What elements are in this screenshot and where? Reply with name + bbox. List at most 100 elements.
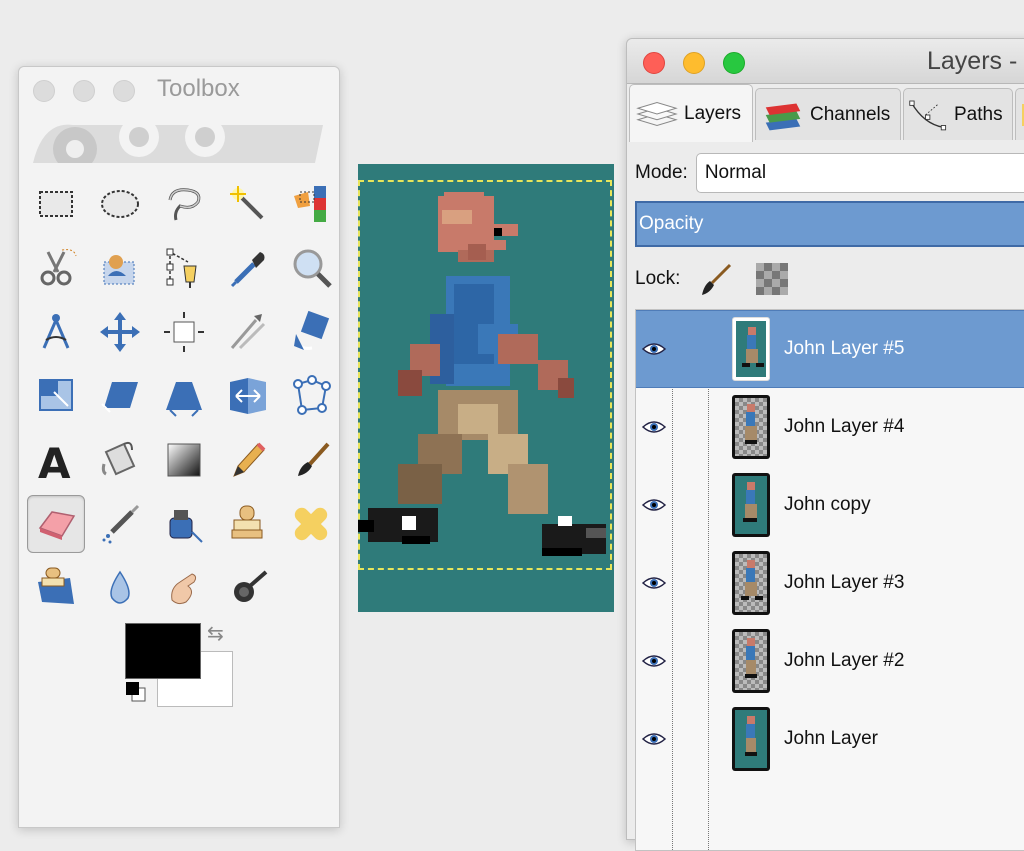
airbrush-icon[interactable] <box>91 495 149 553</box>
ellipse-select-icon[interactable] <box>91 175 149 233</box>
blend-icon[interactable] <box>155 431 213 489</box>
tab-more[interactable] <box>1015 88 1024 140</box>
tab-layers[interactable]: Layers <box>629 84 753 142</box>
paths-tab-icon <box>909 100 947 130</box>
layers-window-title: Layers - <box>927 47 1018 75</box>
flip-icon[interactable] <box>219 367 277 425</box>
default-colors-icon[interactable] <box>125 681 147 703</box>
visibility-eye-icon[interactable] <box>642 575 666 591</box>
layer-row[interactable]: John Layer #4 <box>636 388 1024 466</box>
lock-label: Lock: <box>635 268 681 289</box>
rotate-icon[interactable] <box>283 303 341 361</box>
crop-icon[interactable] <box>219 303 277 361</box>
tool-grid: A <box>27 175 332 617</box>
close-button[interactable] <box>33 80 55 102</box>
pencil-icon[interactable] <box>219 431 277 489</box>
move-icon[interactable] <box>91 303 149 361</box>
layers-titlebar[interactable]: Layers - <box>627 39 1024 84</box>
visibility-eye-icon[interactable] <box>642 653 666 669</box>
blur-icon[interactable] <box>91 559 149 617</box>
scissors-select-icon[interactable] <box>27 239 85 297</box>
shear-icon[interactable] <box>91 367 149 425</box>
visibility-eye-icon[interactable] <box>642 419 666 435</box>
svg-text:A: A <box>38 439 71 482</box>
layer-row[interactable]: John Layer <box>636 700 1024 778</box>
channels-tab-icon <box>765 103 801 130</box>
tab-layers-label: Layers <box>684 102 742 124</box>
layer-row[interactable]: John copy <box>636 466 1024 544</box>
swap-colors-icon[interactable]: ⇆ <box>207 621 224 646</box>
minimize-button[interactable] <box>73 80 95 102</box>
select-by-color-icon[interactable] <box>283 175 341 233</box>
color-picker-icon[interactable] <box>219 239 277 297</box>
smudge-icon[interactable] <box>155 559 213 617</box>
layer-name: John Layer #2 <box>784 650 905 671</box>
paintbrush-icon[interactable] <box>283 431 341 489</box>
thumbnail-image <box>735 554 767 612</box>
rect-select-icon[interactable] <box>27 175 85 233</box>
dodge-burn-icon[interactable] <box>219 559 277 617</box>
layer-list: John Layer #5 John Layer #4 John copy Jo… <box>635 309 1024 851</box>
dock-tabs: Layers Channels Paths <box>627 84 1024 144</box>
perspective-clone-icon[interactable] <box>27 559 85 617</box>
pixel-art-character <box>358 192 606 556</box>
foreground-color-swatch[interactable] <box>125 623 201 679</box>
eraser-icon[interactable] <box>27 495 85 553</box>
mode-select[interactable]: Normal <box>695 153 1024 193</box>
toolbox-title: Toolbox <box>157 75 240 102</box>
perspective-icon[interactable] <box>155 367 213 425</box>
wilber-drop-area[interactable] <box>33 111 323 163</box>
lock-pixels-icon[interactable] <box>698 261 734 297</box>
fuzzy-select-icon[interactable] <box>219 175 277 233</box>
image-canvas[interactable] <box>358 164 614 612</box>
layer-thumbnail <box>732 317 770 381</box>
thumbnail-image <box>735 710 767 768</box>
layer-row[interactable]: John Layer #5 <box>636 310 1024 388</box>
measure-icon[interactable] <box>27 303 85 361</box>
text-icon[interactable]: A <box>27 431 85 489</box>
paths-icon[interactable] <box>155 239 213 297</box>
visibility-eye-icon[interactable] <box>642 341 666 357</box>
minimize-button[interactable] <box>683 52 705 74</box>
mode-row: Mode: Normal <box>635 153 1024 193</box>
thumbnail-image <box>735 632 767 690</box>
free-select-icon[interactable] <box>155 175 213 233</box>
visibility-eye-icon[interactable] <box>642 497 666 513</box>
toolbox-titlebar[interactable]: Toolbox <box>19 67 339 111</box>
layer-row[interactable]: John Layer #2 <box>636 622 1024 700</box>
layers-tab-icon <box>636 101 678 126</box>
clone-icon[interactable] <box>219 495 277 553</box>
zoom-button[interactable] <box>113 80 135 102</box>
close-button[interactable] <box>643 52 665 74</box>
opacity-label: Opacity <box>639 213 704 234</box>
zoom-button[interactable] <box>723 52 745 74</box>
zoom-icon[interactable] <box>283 239 341 297</box>
lock-alpha-icon[interactable] <box>756 263 789 295</box>
tab-channels-label: Channels <box>810 103 891 125</box>
bucket-fill-icon[interactable] <box>91 431 149 489</box>
thumbnail-image <box>736 321 766 377</box>
thumbnail-image <box>735 476 767 534</box>
toolbox-window: Toolbox A ⇆ <box>18 66 340 828</box>
layers-window: Layers - Layers Channels Paths Mode: Nor… <box>626 38 1024 851</box>
layer-thumbnail <box>732 707 770 771</box>
cage-transform-icon[interactable] <box>283 367 341 425</box>
tab-channels[interactable]: Channels <box>755 88 901 140</box>
layer-name: John Layer #5 <box>784 338 905 359</box>
scale-icon[interactable] <box>27 367 85 425</box>
layer-name: John copy <box>784 494 871 515</box>
ink-icon[interactable] <box>155 495 213 553</box>
heal-icon[interactable] <box>283 495 341 553</box>
tab-paths-label: Paths <box>954 103 1003 125</box>
layer-name: John Layer <box>784 728 879 749</box>
opacity-slider[interactable]: Opacity <box>635 201 1024 247</box>
thumbnail-image <box>735 398 767 456</box>
layer-row[interactable]: John Layer #3 <box>636 544 1024 622</box>
layer-name: John Layer #3 <box>784 572 905 593</box>
foreground-select-icon[interactable] <box>91 239 149 297</box>
alignment-icon[interactable] <box>155 303 213 361</box>
tab-paths[interactable]: Paths <box>903 88 1013 140</box>
layer-thumbnail <box>732 551 770 615</box>
visibility-eye-icon[interactable] <box>642 731 666 747</box>
layer-thumbnail <box>732 629 770 693</box>
